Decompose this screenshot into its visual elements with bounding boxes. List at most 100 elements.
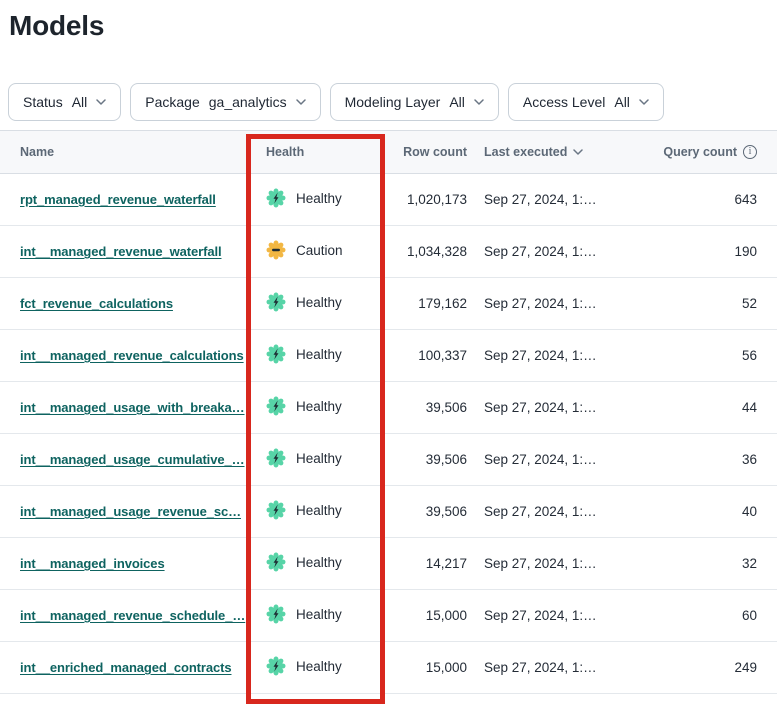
row-count-cell: 39,506 (385, 452, 467, 467)
filter-bar: Status All Package ga_analytics Modeling… (8, 83, 777, 121)
models-page: Models Status All Package ga_analytics M… (0, 10, 777, 713)
health-label: Healthy (296, 555, 342, 570)
filter-value: All (72, 94, 88, 110)
health-status-icon (266, 500, 286, 520)
health-status-icon (266, 344, 286, 364)
health-label: Healthy (296, 191, 342, 206)
row-count-cell: 15,000 (385, 608, 467, 623)
column-header-last-executed[interactable]: Last executed (467, 145, 620, 159)
row-count-cell: 39,506 (385, 400, 467, 415)
query-count-cell: 643 (620, 192, 777, 207)
filter-modeling-layer[interactable]: Modeling Layer All (330, 83, 499, 121)
table-row: int__managed_revenue_waterfall (0, 226, 777, 278)
health-badge: Healthy (266, 500, 342, 520)
health-badge: Healthy (266, 604, 342, 624)
last-executed-cell: Sep 27, 2024, 1:… (467, 452, 620, 467)
filter-value: All (614, 94, 630, 110)
sort-chevron-down-icon (573, 149, 583, 155)
row-count-cell: 179,162 (385, 296, 467, 311)
model-name-link[interactable]: int__managed_usage_with_breaka… (20, 400, 245, 415)
last-executed-cell: Sep 27, 2024, 1:… (467, 608, 620, 623)
health-status-icon (266, 604, 286, 624)
query-count-cell: 249 (620, 660, 777, 675)
health-status-icon (266, 396, 286, 416)
last-executed-cell: Sep 27, 2024, 1:… (467, 296, 620, 311)
table-header-row: Name Health Row count Last executed Quer… (0, 130, 777, 174)
table-row: int__enriched_managed_contracts (0, 642, 777, 694)
last-executed-cell: Sep 27, 2024, 1:… (467, 504, 620, 519)
health-label: Healthy (296, 503, 342, 518)
model-name-link[interactable]: int__managed_invoices (20, 556, 165, 571)
last-executed-cell: Sep 27, 2024, 1:… (467, 192, 620, 207)
health-badge: Healthy (266, 188, 342, 208)
query-count-cell: 44 (620, 400, 777, 415)
query-count-cell: 56 (620, 348, 777, 363)
health-label: Healthy (296, 659, 342, 674)
row-count-cell: 14,217 (385, 556, 467, 571)
table-row: int__managed_usage_revenue_sc… (0, 486, 777, 538)
row-count-cell: 100,337 (385, 348, 467, 363)
last-executed-cell: Sep 27, 2024, 1:… (467, 348, 620, 363)
model-name-link[interactable]: int__managed_revenue_calculations (20, 348, 244, 363)
last-executed-cell: Sep 27, 2024, 1:… (467, 244, 620, 259)
filter-access-level[interactable]: Access Level All (508, 83, 664, 121)
filter-label: Status (23, 94, 63, 110)
table-row: int__managed_revenue_calculations (0, 330, 777, 382)
info-icon[interactable]: i (743, 145, 757, 159)
model-name-link[interactable]: int__managed_revenue_waterfall (20, 244, 221, 259)
filter-label: Modeling Layer (345, 94, 441, 110)
health-label: Healthy (296, 607, 342, 622)
model-name-link[interactable]: rpt_managed_revenue_waterfall (20, 192, 216, 207)
column-header-query-count: Query count i (620, 145, 777, 159)
table-row: rpt_managed_revenue_waterfall (0, 174, 777, 226)
filter-label: Access Level (523, 94, 605, 110)
query-count-cell: 32 (620, 556, 777, 571)
health-badge: Caution (266, 240, 343, 260)
table-row: int__managed_invoices (0, 538, 777, 590)
table-row: int__managed_usage_cumulative_… (0, 434, 777, 486)
row-count-cell: 15,000 (385, 660, 467, 675)
model-name-link[interactable]: fct_revenue_calculations (20, 296, 173, 311)
query-count-cell: 52 (620, 296, 777, 311)
table-body: rpt_managed_revenue_waterfall (0, 174, 777, 694)
chevron-down-icon (639, 99, 649, 105)
model-name-link[interactable]: int__managed_usage_revenue_sc… (20, 504, 241, 519)
model-name-link[interactable]: int__enriched_managed_contracts (20, 660, 231, 675)
health-status-icon (266, 292, 286, 312)
health-status-icon (266, 552, 286, 572)
health-label: Caution (296, 243, 343, 258)
chevron-down-icon (96, 99, 106, 105)
health-label: Healthy (296, 347, 342, 362)
health-status-icon (266, 448, 286, 468)
health-badge: Healthy (266, 396, 342, 416)
last-executed-cell: Sep 27, 2024, 1:… (467, 556, 620, 571)
column-header-last-executed-label: Last executed (484, 145, 567, 159)
filter-value: ga_analytics (209, 94, 287, 110)
health-status-icon (266, 656, 286, 676)
column-header-health: Health (246, 145, 385, 159)
model-name-link[interactable]: int__managed_usage_cumulative_… (20, 452, 245, 467)
column-header-name: Name (0, 145, 246, 159)
filter-package[interactable]: Package ga_analytics (130, 83, 320, 121)
column-header-row-count: Row count (385, 145, 467, 159)
query-count-cell: 60 (620, 608, 777, 623)
health-badge: Healthy (266, 552, 342, 572)
row-count-cell: 1,020,173 (385, 192, 467, 207)
row-count-cell: 1,034,328 (385, 244, 467, 259)
query-count-cell: 36 (620, 452, 777, 467)
table-row: int__managed_usage_with_breaka… (0, 382, 777, 434)
table-row: int__managed_revenue_schedule_… (0, 590, 777, 642)
query-count-cell: 40 (620, 504, 777, 519)
health-label: Healthy (296, 399, 342, 414)
health-badge: Healthy (266, 344, 342, 364)
health-badge: Healthy (266, 292, 342, 312)
last-executed-cell: Sep 27, 2024, 1:… (467, 660, 620, 675)
filter-label: Package (145, 94, 199, 110)
model-name-link[interactable]: int__managed_revenue_schedule_… (20, 608, 245, 623)
filter-status[interactable]: Status All (8, 83, 121, 121)
health-badge: Healthy (266, 656, 342, 676)
health-status-icon (266, 240, 286, 260)
chevron-down-icon (474, 99, 484, 105)
chevron-down-icon (296, 99, 306, 105)
health-status-icon (266, 188, 286, 208)
